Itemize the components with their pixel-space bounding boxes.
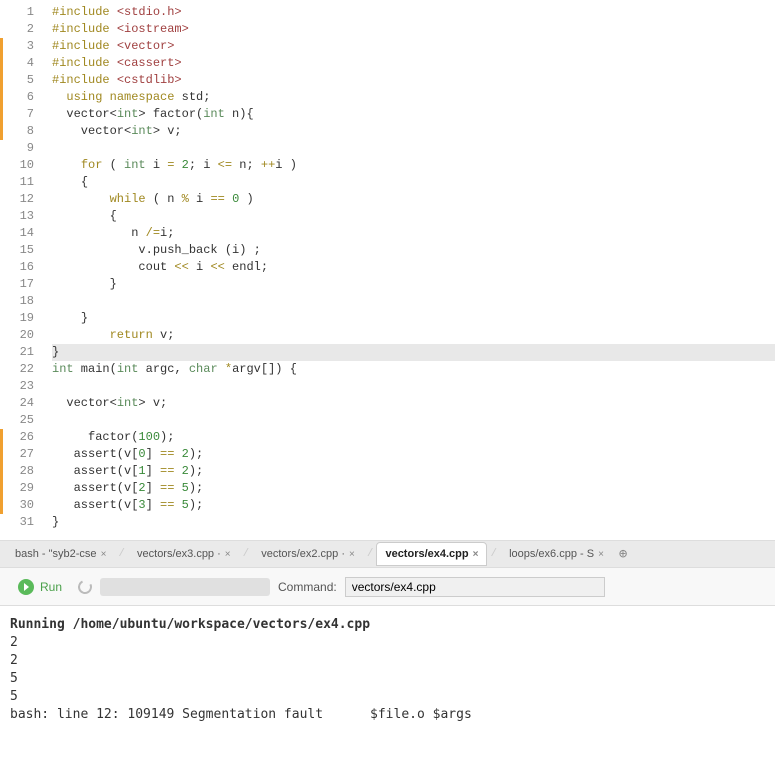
code-line[interactable]: vector<int> v; bbox=[52, 395, 775, 412]
code-line[interactable]: n /=i; bbox=[52, 225, 775, 242]
code-line[interactable]: #include <vector> bbox=[52, 38, 775, 55]
code-line[interactable]: cout << i << endl; bbox=[52, 259, 775, 276]
line-number: 10 bbox=[0, 157, 48, 174]
code-line[interactable]: #include <stdio.h> bbox=[52, 4, 775, 21]
code-line[interactable]: using namespace std; bbox=[52, 89, 775, 106]
line-number: 23 bbox=[0, 378, 48, 395]
code-line[interactable]: for ( int i = 2; i <= n; ++i ) bbox=[52, 157, 775, 174]
close-icon[interactable]: × bbox=[598, 549, 604, 560]
terminal-output[interactable]: Running /home/ubuntu/workspace/vectors/e… bbox=[0, 606, 775, 762]
terminal-line: 5 bbox=[10, 670, 765, 688]
line-number: 17 bbox=[0, 276, 48, 293]
run-button[interactable]: Run bbox=[10, 575, 70, 599]
code-editor[interactable]: 1234567891011121314151617181920212223242… bbox=[0, 0, 775, 540]
line-number: 19 bbox=[0, 310, 48, 327]
line-number: 2 bbox=[0, 21, 48, 38]
code-line[interactable]: assert(v[1] == 2); bbox=[52, 463, 775, 480]
code-line[interactable]: } bbox=[52, 276, 775, 293]
line-number: 20 bbox=[0, 327, 48, 344]
line-number: 27 bbox=[0, 446, 48, 463]
line-number: 5 bbox=[0, 72, 48, 89]
code-line[interactable]: return v; bbox=[52, 327, 775, 344]
code-line[interactable]: factor(100); bbox=[52, 429, 775, 446]
line-number: 6 bbox=[0, 89, 48, 106]
progress-bar bbox=[100, 578, 270, 596]
line-number: 12 bbox=[0, 191, 48, 208]
line-number: 26 bbox=[0, 429, 48, 446]
line-number: 4 bbox=[0, 55, 48, 72]
code-line[interactable]: #include <cstdlib> bbox=[52, 72, 775, 89]
code-line[interactable]: vector<int> v; bbox=[52, 123, 775, 140]
line-number: 22 bbox=[0, 361, 48, 378]
line-number: 28 bbox=[0, 463, 48, 480]
terminal-line: 2 bbox=[10, 634, 765, 652]
command-input[interactable] bbox=[345, 577, 605, 597]
tab-label: loops/ex6.cpp - S bbox=[509, 548, 594, 560]
code-line[interactable]: #include <iostream> bbox=[52, 21, 775, 38]
terminal-tab[interactable]: vectors/ex2.cpp · × bbox=[252, 542, 364, 566]
play-icon bbox=[18, 579, 34, 595]
close-icon[interactable]: × bbox=[473, 549, 479, 560]
line-number: 8 bbox=[0, 123, 48, 140]
line-number: 29 bbox=[0, 480, 48, 497]
tab-label: vectors/ex2.cpp · bbox=[261, 548, 345, 560]
line-number: 21 bbox=[0, 344, 48, 361]
code-line[interactable]: } bbox=[52, 310, 775, 327]
line-number: 16 bbox=[0, 259, 48, 276]
code-line[interactable]: { bbox=[52, 174, 775, 191]
terminal-tabs: bash - "syb2-cse×/vectors/ex3.cpp ·×/vec… bbox=[0, 540, 775, 568]
line-number: 11 bbox=[0, 174, 48, 191]
tab-label: bash - "syb2-cse bbox=[15, 548, 97, 560]
code-line[interactable] bbox=[52, 293, 775, 310]
code-line[interactable]: v.push_back (i) ; bbox=[52, 242, 775, 259]
terminal-line: 2 bbox=[10, 652, 765, 670]
code-line[interactable]: while ( n % i == 0 ) bbox=[52, 191, 775, 208]
code-line[interactable]: { bbox=[52, 208, 775, 225]
code-line[interactable]: } bbox=[52, 514, 775, 531]
terminal-line: Running /home/ubuntu/workspace/vectors/e… bbox=[10, 616, 765, 634]
change-marker bbox=[0, 38, 3, 140]
add-tab-icon[interactable]: ⊕ bbox=[615, 546, 631, 563]
line-number: 31 bbox=[0, 514, 48, 531]
command-label: Command: bbox=[278, 580, 337, 594]
terminal-line: 5 bbox=[10, 688, 765, 706]
code-line[interactable]: assert(v[3] == 5); bbox=[52, 497, 775, 514]
code-line[interactable]: #include <cassert> bbox=[52, 55, 775, 72]
line-number: 30 bbox=[0, 497, 48, 514]
terminal-line: bash: line 12: 109149 Segmentation fault… bbox=[10, 706, 765, 724]
line-number: 7 bbox=[0, 106, 48, 123]
line-number: 1 bbox=[0, 4, 48, 21]
terminal-tab[interactable]: bash - "syb2-cse × bbox=[6, 542, 115, 566]
code-line[interactable] bbox=[52, 140, 775, 157]
change-marker bbox=[0, 429, 3, 514]
code-line[interactable]: assert(v[2] == 5); bbox=[52, 480, 775, 497]
line-number: 3 bbox=[0, 38, 48, 55]
code-line[interactable]: int main(int argc, char *argv[]) { bbox=[52, 361, 775, 378]
code-line[interactable]: vector<int> factor(int n){ bbox=[52, 106, 775, 123]
close-icon[interactable]: × bbox=[101, 549, 107, 560]
line-number: 13 bbox=[0, 208, 48, 225]
restart-icon[interactable] bbox=[76, 578, 94, 596]
code-line[interactable]: } bbox=[52, 344, 775, 361]
code-line[interactable]: assert(v[0] == 2); bbox=[52, 446, 775, 463]
line-number: 25 bbox=[0, 412, 48, 429]
code-line[interactable] bbox=[52, 412, 775, 429]
code-content[interactable]: #include <stdio.h>#include <iostream>#in… bbox=[48, 0, 775, 540]
terminal-tab[interactable]: loops/ex6.cpp - S × bbox=[500, 542, 613, 566]
line-number: 9 bbox=[0, 140, 48, 157]
run-label: Run bbox=[40, 580, 62, 594]
close-icon[interactable]: × bbox=[349, 549, 355, 560]
terminal-tab[interactable]: vectors/ex4.cpp × bbox=[376, 542, 487, 566]
tab-label: vectors/ex4.cpp bbox=[385, 548, 468, 560]
line-number: 15 bbox=[0, 242, 48, 259]
close-icon[interactable]: × bbox=[225, 549, 231, 560]
terminal-tab[interactable]: vectors/ex3.cpp · × bbox=[128, 542, 240, 566]
tab-label: vectors/ex3.cpp · bbox=[137, 548, 221, 560]
run-toolbar: Run Command: bbox=[0, 568, 775, 606]
line-gutter: 1234567891011121314151617181920212223242… bbox=[0, 0, 48, 540]
line-number: 14 bbox=[0, 225, 48, 242]
code-line[interactable] bbox=[52, 378, 775, 395]
line-number: 18 bbox=[0, 293, 48, 310]
line-number: 24 bbox=[0, 395, 48, 412]
